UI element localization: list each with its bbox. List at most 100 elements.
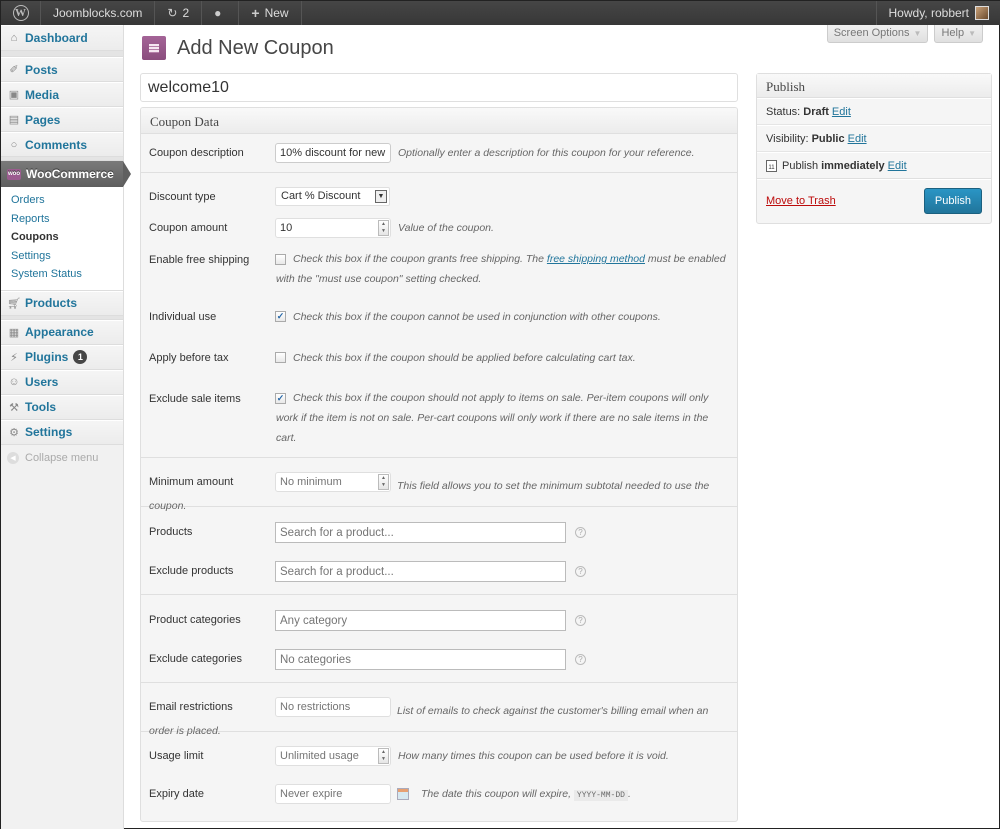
submenu-reports[interactable]: Reports	[1, 210, 123, 229]
updates-button[interactable]: ↻ 2	[155, 1, 203, 25]
cart-icon: 🛒︎	[7, 297, 21, 310]
schedule-label: Publish	[782, 159, 819, 172]
spinner-arrows-icon[interactable]: ▲ ▼	[378, 220, 389, 236]
users-icon: ☺	[8, 376, 20, 388]
admin-sidebar: ⌂ Dashboard ✐ Posts ▣ Media ▤ Pages ○ Comment…	[1, 25, 131, 829]
submenu-settings[interactable]: Settings	[1, 247, 123, 266]
refresh-icon: ↻	[167, 6, 178, 20]
coupon-icon	[142, 36, 166, 60]
avatar	[975, 6, 989, 20]
exclude-products-search-input[interactable]	[275, 561, 566, 582]
sidebar-item-label: Users	[25, 375, 59, 389]
sidebar-item-label: Products	[25, 296, 78, 310]
sidebar-item-plugins[interactable]: ⚡︎ Plugins 1	[1, 344, 123, 370]
help-tip-icon[interactable]: ?	[575, 615, 586, 626]
sidebar-item-pages[interactable]: ▤ Pages	[1, 107, 123, 132]
submenu-coupons[interactable]: Coupons	[1, 228, 123, 247]
sidebar-item-dashboard[interactable]: ⌂ Dashboard	[1, 25, 123, 51]
help-tip-icon[interactable]: ?	[575, 566, 586, 577]
usage-limit-input[interactable]	[275, 746, 391, 766]
comment-bubble-icon: ●	[214, 6, 222, 20]
comment-icon: ○	[10, 138, 18, 151]
coupon-data-title[interactable]: Coupon Data	[141, 108, 737, 134]
field-label: Exclude sale items	[149, 393, 241, 405]
usage-limit-field: Usage limit ▲▼ How many times this coupo…	[141, 740, 737, 772]
field-label: Individual use	[149, 311, 217, 323]
plugins-update-badge: 1	[73, 350, 88, 364]
sidebar-item-tools[interactable]: ⚒︎ Tools	[1, 394, 123, 420]
sidebar-item-media[interactable]: ▣ Media	[1, 82, 123, 107]
field-label: Discount type	[149, 191, 216, 203]
collapse-menu-button[interactable]: ◀ Collapse menu	[1, 445, 123, 471]
desc-text: The date this coupon will expire,	[421, 788, 571, 800]
help-tip-icon[interactable]: ?	[575, 527, 586, 538]
wordpress-logo-button[interactable]: W	[1, 1, 41, 25]
spinner-arrows-icon[interactable]: ▲ ▼	[378, 748, 389, 764]
minimum-amount-field: Minimum amount ▲▼ This field allows you …	[141, 466, 737, 512]
screen-options-button[interactable]: Screen Options ▼	[826, 25, 929, 43]
edit-status-link[interactable]: Edit	[832, 106, 851, 118]
field-description: Optionally enter a description for this …	[398, 147, 695, 159]
new-label: New	[264, 6, 289, 20]
sidebar-item-posts[interactable]: ✐ Posts	[1, 57, 123, 82]
sidebar-item-settings[interactable]: ⚙︎ Settings	[1, 419, 123, 445]
submenu-system-status[interactable]: System Status	[1, 265, 123, 284]
discount-type-select[interactable]: Cart % Discount ▼	[275, 187, 390, 206]
dropdown-arrow-icon: ▼	[375, 190, 387, 203]
products-search-input[interactable]	[275, 522, 566, 543]
field-label: Product categories	[149, 614, 241, 626]
comments-button[interactable]: ●	[202, 1, 240, 25]
new-content-button[interactable]: + New	[239, 1, 302, 25]
screen-options-label: Screen Options	[833, 27, 910, 39]
sidebar-item-comments[interactable]: ○ Comments	[1, 132, 123, 157]
edit-schedule-link[interactable]: Edit	[888, 160, 907, 172]
field-description: How many times this coupon can be used b…	[398, 750, 669, 762]
settings-icon: ⚙︎	[9, 426, 19, 439]
publish-box-title[interactable]: Publish	[757, 74, 991, 98]
status-value: Draft	[803, 105, 829, 118]
sidebar-item-label: Media	[25, 87, 60, 102]
apply-before-tax-checkbox[interactable]	[275, 352, 286, 363]
visibility-row: Visibility: Public Edit	[757, 125, 991, 152]
help-tip-icon[interactable]: ?	[575, 654, 586, 665]
free-shipping-method-link[interactable]: free shipping method	[547, 253, 645, 265]
sidebar-item-label: Posts	[25, 62, 58, 77]
expiry-date-input[interactable]	[275, 784, 391, 804]
publish-button[interactable]: Publish	[923, 188, 982, 214]
individual-use-checkbox[interactable]: ✓	[275, 311, 286, 322]
free-shipping-field: Enable free shipping Check this box if t…	[141, 244, 737, 295]
publish-actions: Move to Trash Publish	[757, 179, 991, 222]
collapse-label: Collapse menu	[25, 451, 99, 464]
account-menu[interactable]: Howdy, robbert	[875, 1, 1000, 25]
product-categories-input[interactable]	[275, 610, 566, 631]
exclude-categories-input[interactable]	[275, 649, 566, 670]
help-button[interactable]: Help ▼	[934, 25, 983, 43]
schedule-row: 11 Publish immediately Edit	[757, 152, 991, 179]
description-group: Coupon description Optionally enter a de…	[141, 134, 737, 173]
move-to-trash-link[interactable]: Move to Trash	[766, 195, 836, 207]
sidebar-item-label: Appearance	[25, 325, 94, 339]
home-icon: ⌂	[10, 32, 18, 44]
sidebar-item-appearance[interactable]: ▦ Appearance	[1, 319, 123, 345]
updates-count: 2	[182, 6, 190, 20]
visibility-label: Visibility:	[766, 132, 809, 145]
field-description: Check this box if the coupon grants free…	[276, 249, 729, 289]
calendar-icon[interactable]	[397, 788, 409, 800]
page-heading: Add New Coupon	[142, 36, 334, 60]
submenu-orders[interactable]: Orders	[1, 191, 123, 210]
edit-visibility-link[interactable]: Edit	[848, 133, 867, 145]
post-status-row: Status: Draft Edit	[757, 98, 991, 125]
help-label: Help	[941, 27, 965, 39]
coupon-code-input[interactable]	[140, 73, 738, 102]
caret-down-icon: ▼	[968, 29, 976, 38]
sidebar-item-products[interactable]: 🛒︎ Products	[1, 290, 123, 316]
site-name-link[interactable]: Joomblocks.com	[41, 1, 156, 25]
sidebar-item-users[interactable]: ☺ Users	[1, 369, 123, 395]
field-description: This field allows you to set the minimum…	[149, 480, 710, 512]
sidebar-item-woocommerce[interactable]: woo WooCommerce	[1, 161, 131, 187]
field-label: Coupon description	[149, 147, 244, 159]
sidebar-item-label: Pages	[25, 112, 61, 127]
products-group: Products ? Exclude products ?	[141, 507, 737, 595]
coupon-description-input[interactable]	[275, 143, 391, 163]
coupon-amount-input[interactable]	[275, 218, 391, 238]
